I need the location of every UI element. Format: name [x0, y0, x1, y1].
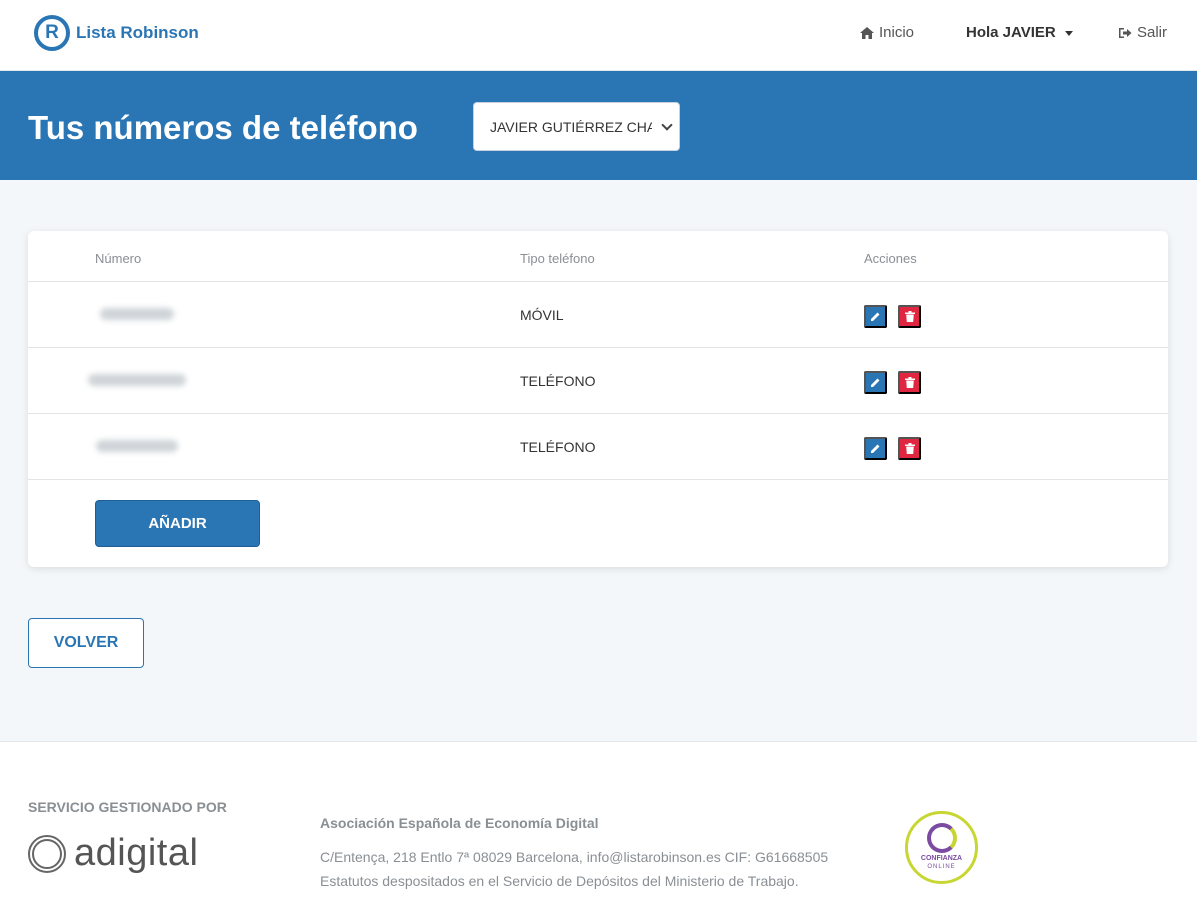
lista-robinson-logo[interactable]: R Lista Robinson: [34, 14, 199, 52]
phone-type: TELÉFONO: [520, 439, 596, 455]
caret-down-icon: [1064, 31, 1073, 36]
logo-r-icon: R: [34, 15, 70, 51]
table-divider: [28, 479, 1168, 480]
column-header-actions: Acciones: [864, 251, 917, 266]
nav-home-link[interactable]: Inicio: [860, 24, 914, 41]
trash-icon: [904, 443, 915, 454]
logo-text: Lista Robinson: [76, 23, 199, 42]
edit-button[interactable]: [864, 305, 887, 328]
person-select-value: JAVIER GUTIÉRREZ CHA: [490, 118, 652, 135]
page-title: Tus números de teléfono: [28, 109, 418, 146]
adigital-swirl-icon: [28, 834, 66, 873]
delete-button[interactable]: [898, 371, 921, 394]
footer: SERVICIO GESTIONADO POR adigital Asociac…: [0, 741, 1197, 900]
adigital-logo[interactable]: adigital: [28, 832, 198, 875]
table-row: TELÉFONO: [28, 413, 1168, 479]
nav-logout-label: Salir: [1137, 24, 1168, 41]
organization-statutes: Estatutos despositados en el Servicio de…: [320, 873, 799, 889]
delete-button[interactable]: [898, 437, 921, 460]
person-select[interactable]: JAVIER GUTIÉRREZ CHA: [473, 102, 680, 151]
pencil-icon: [871, 378, 880, 387]
table-row: MÓVIL: [28, 281, 1168, 347]
adigital-logo-text: adigital: [74, 832, 199, 874]
column-header-number: Número: [95, 251, 142, 266]
organization-name: Asociación Española de Economía Digital: [320, 815, 599, 831]
trash-icon: [904, 377, 915, 388]
add-phone-button[interactable]: AÑADIR: [95, 500, 260, 547]
home-icon: [860, 26, 874, 39]
back-button[interactable]: VOLVER: [28, 618, 144, 668]
edit-button[interactable]: [864, 371, 887, 394]
phone-number-redacted: [100, 308, 174, 320]
pencil-icon: [871, 444, 880, 453]
confianza-ring-icon: [927, 823, 957, 853]
badge-text-line1: CONFIANZA: [920, 855, 963, 862]
column-header-type: Tipo teléfono: [520, 251, 595, 266]
organization-address: C/Entença, 218 Entlo 7ª 08029 Barcelona,…: [320, 849, 829, 865]
chevron-down-icon: [661, 119, 673, 131]
logout-icon: [1119, 27, 1132, 38]
badge-text-line2: ONLINE: [927, 864, 956, 870]
table-row: TELÉFONO: [28, 347, 1168, 413]
user-menu-label: Hola JAVIER: [966, 24, 1056, 41]
top-navbar: R Lista Robinson Inicio Hola JAVIER Sali…: [0, 0, 1197, 71]
nav-home-label: Inicio: [879, 24, 915, 41]
user-menu-dropdown[interactable]: Hola JAVIER: [966, 24, 1073, 41]
managed-by-label: SERVICIO GESTIONADO POR: [28, 799, 227, 815]
trash-icon: [904, 311, 915, 322]
nav-logout-link[interactable]: Salir: [1118, 24, 1167, 41]
confianza-online-badge[interactable]: CONFIANZA ONLINE: [905, 811, 978, 884]
delete-button[interactable]: [898, 305, 921, 328]
pencil-icon: [871, 312, 880, 321]
phone-type: TELÉFONO: [520, 373, 596, 389]
page-banner: Tus números de teléfono JAVIER GUTIÉRREZ…: [0, 71, 1197, 180]
phone-number-redacted: [88, 374, 186, 386]
edit-button[interactable]: [864, 437, 887, 460]
phone-type: MÓVIL: [520, 307, 564, 323]
phone-number-redacted: [96, 440, 178, 452]
phone-numbers-table: Número Tipo teléfono Acciones MÓVIL TELÉ…: [28, 231, 1168, 567]
